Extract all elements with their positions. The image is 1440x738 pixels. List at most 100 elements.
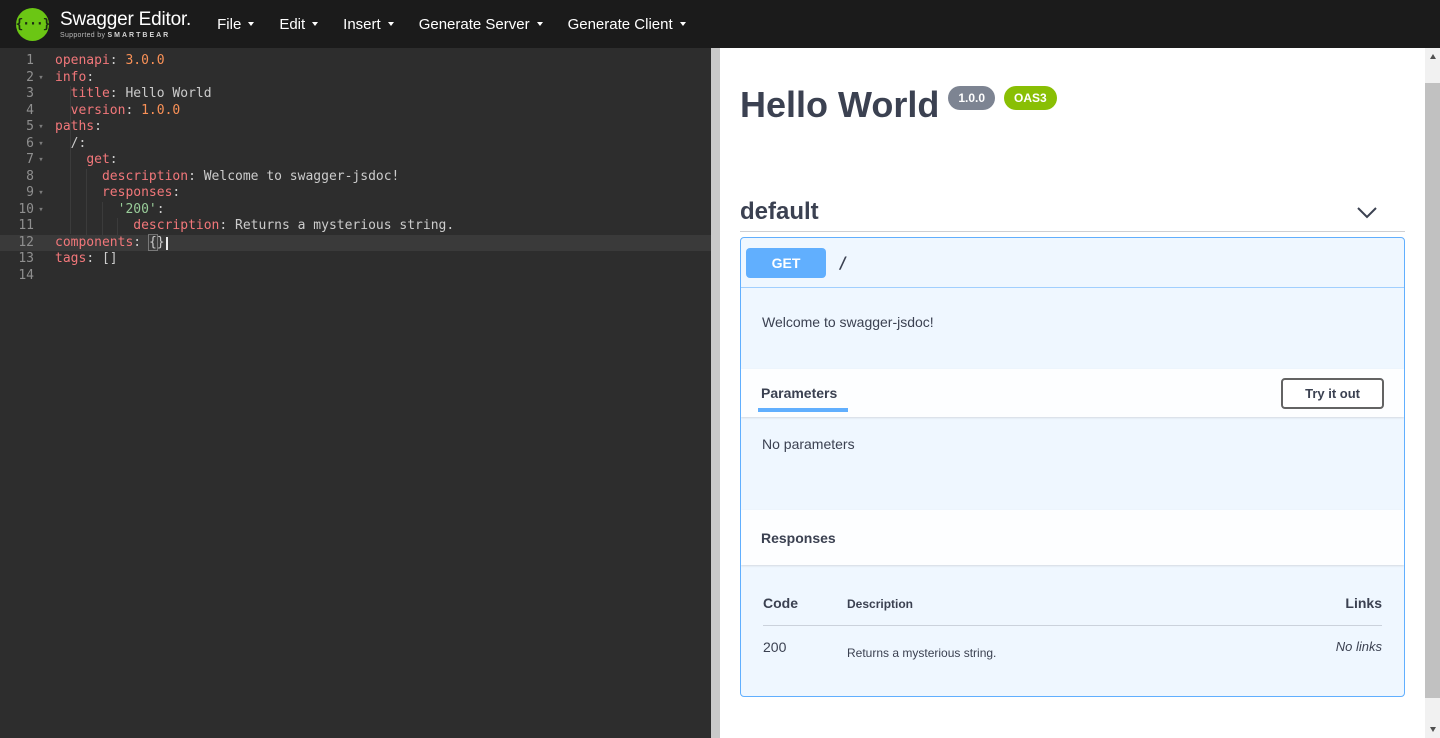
opblock-get: GET / Welcome to swagger-jsdoc! Paramete…: [740, 237, 1405, 697]
gutter-line[interactable]: 13: [0, 251, 48, 268]
scroll-down-button[interactable]: [1425, 721, 1440, 738]
gutter-line[interactable]: 11: [0, 218, 48, 235]
col-links-header: Links: [1345, 595, 1382, 611]
fold-toggle-icon[interactable]: ▾: [34, 119, 48, 136]
active-tab-underline: [758, 408, 848, 412]
code-line-2[interactable]: info:: [55, 70, 454, 87]
code-line-8[interactable]: description: Welcome to swagger-jsdoc!: [55, 169, 454, 186]
tab-parameters[interactable]: Parameters: [761, 369, 837, 417]
parameters-tab-label: Parameters: [761, 385, 837, 401]
brand: {···} Swagger Editor. Supported by SMART…: [16, 8, 191, 41]
code-line-14[interactable]: [55, 268, 454, 285]
menu-generate-client-label: Generate Client: [568, 16, 673, 33]
operation-description: Welcome to swagger-jsdoc!: [741, 288, 1404, 369]
gutter-line[interactable]: 10▾: [0, 202, 48, 219]
gutter-line[interactable]: 4: [0, 103, 48, 120]
gutter-line[interactable]: 8: [0, 169, 48, 186]
scroll-down-arrow-icon: [1430, 727, 1436, 732]
fold-spacer: [34, 268, 48, 285]
fold-toggle-icon[interactable]: ▾: [34, 152, 48, 169]
tag-name: default: [740, 198, 819, 226]
fold-toggle-icon[interactable]: ▾: [34, 185, 48, 202]
api-info: Hello World 1.0.0 OAS3: [740, 85, 1405, 125]
gutter-line[interactable]: 6▾: [0, 136, 48, 153]
code-line-6[interactable]: /:: [55, 136, 454, 153]
no-parameters-message: No parameters: [741, 417, 1404, 510]
menu-generate-server[interactable]: Generate Server: [419, 16, 543, 33]
code-line-11[interactable]: description: Returns a mysterious string…: [55, 218, 454, 235]
api-title: Hello World: [740, 85, 939, 125]
response-links: No links: [1336, 639, 1382, 654]
scrollbar-thumb[interactable]: [1425, 83, 1440, 698]
fold-spacer: [34, 103, 48, 120]
dropdown-caret-icon: [312, 22, 318, 26]
menu-generate-server-label: Generate Server: [419, 16, 530, 33]
main-split: 12▾345▾6▾7▾89▾10▾11121314 openapi: 3.0.0…: [0, 48, 1440, 738]
operation-summary[interactable]: GET /: [741, 238, 1404, 288]
yaml-editor[interactable]: 12▾345▾6▾7▾89▾10▾11121314 openapi: 3.0.0…: [0, 48, 711, 738]
text-cursor: [166, 237, 168, 250]
code-line-13[interactable]: tags: []: [55, 251, 454, 268]
fold-toggle-icon[interactable]: ▾: [34, 202, 48, 219]
gutter-line[interactable]: 3: [0, 86, 48, 103]
dropdown-caret-icon: [680, 22, 686, 26]
menu-insert[interactable]: Insert: [343, 16, 394, 33]
swagger-logo-icon: {···}: [16, 8, 49, 41]
topbar: {···} Swagger Editor. Supported by SMART…: [0, 0, 1440, 48]
gutter-line[interactable]: 5▾: [0, 119, 48, 136]
app-title: Swagger Editor.: [60, 9, 191, 30]
code-line-1[interactable]: openapi: 3.0.0: [55, 53, 454, 70]
menu-generate-client[interactable]: Generate Client: [568, 16, 686, 33]
oas3-badge: OAS3: [1004, 86, 1057, 110]
fold-spacer: [34, 169, 48, 186]
fold-spacer: [34, 235, 48, 252]
gutter-line[interactable]: 1: [0, 53, 48, 70]
scroll-up-button[interactable]: [1425, 48, 1440, 65]
menu-edit[interactable]: Edit: [279, 16, 318, 33]
try-it-out-button[interactable]: Try it out: [1281, 378, 1384, 409]
chevron-down-icon[interactable]: [1356, 206, 1378, 219]
code-line-12[interactable]: components: {}: [55, 235, 454, 252]
swagger-ui-pane: Hello World 1.0.0 OAS3 default GET / Wel…: [720, 48, 1425, 738]
version-badge: 1.0.0: [948, 86, 995, 110]
gutter-line[interactable]: 9▾: [0, 185, 48, 202]
code-line-4[interactable]: version: 1.0.0: [55, 103, 454, 120]
menu-file[interactable]: File: [217, 16, 254, 33]
vertical-scrollbar[interactable]: [1425, 48, 1440, 738]
responses-title: Responses: [761, 530, 836, 546]
operation-path: /: [838, 253, 848, 272]
code-line-10[interactable]: '200':: [55, 202, 454, 219]
method-get-button[interactable]: GET: [746, 248, 826, 278]
pane-splitter[interactable]: [711, 48, 720, 738]
parameters-header: Parameters Try it out: [741, 369, 1404, 417]
responses-header: Responses: [741, 510, 1404, 565]
menu-file-label: File: [217, 16, 241, 33]
col-description-header: Description: [847, 597, 1345, 611]
brand-text: Swagger Editor. Supported by SMARTBEAR: [60, 9, 191, 39]
response-description: Returns a mysterious string.: [847, 646, 1336, 660]
editor-code[interactable]: openapi: 3.0.0info: title: Hello World v…: [48, 53, 454, 284]
code-line-9[interactable]: responses:: [55, 185, 454, 202]
tagline-brand: SMARTBEAR: [108, 32, 171, 39]
editor-gutter[interactable]: 12▾345▾6▾7▾89▾10▾11121314: [0, 53, 48, 284]
gutter-line[interactable]: 12: [0, 235, 48, 252]
tagline-prefix: Supported by: [60, 32, 105, 39]
code-line-3[interactable]: title: Hello World: [55, 86, 454, 103]
menu-edit-label: Edit: [279, 16, 305, 33]
code-line-5[interactable]: paths:: [55, 119, 454, 136]
dropdown-caret-icon: [388, 22, 394, 26]
scroll-up-arrow-icon: [1430, 54, 1436, 59]
responses-table-head: Code Description Links: [763, 595, 1382, 626]
gutter-line[interactable]: 14: [0, 268, 48, 285]
brand-tagline: Supported by SMARTBEAR: [60, 32, 191, 39]
fold-spacer: [34, 218, 48, 235]
responses-table: Code Description Links 200 Returns a mys…: [741, 565, 1404, 660]
dropdown-caret-icon: [537, 22, 543, 26]
gutter-line[interactable]: 2▾: [0, 70, 48, 87]
tag-section-default[interactable]: default: [740, 193, 1405, 232]
fold-spacer: [34, 86, 48, 103]
code-line-7[interactable]: get:: [55, 152, 454, 169]
gutter-line[interactable]: 7▾: [0, 152, 48, 169]
fold-toggle-icon[interactable]: ▾: [34, 136, 48, 153]
fold-toggle-icon[interactable]: ▾: [34, 70, 48, 87]
